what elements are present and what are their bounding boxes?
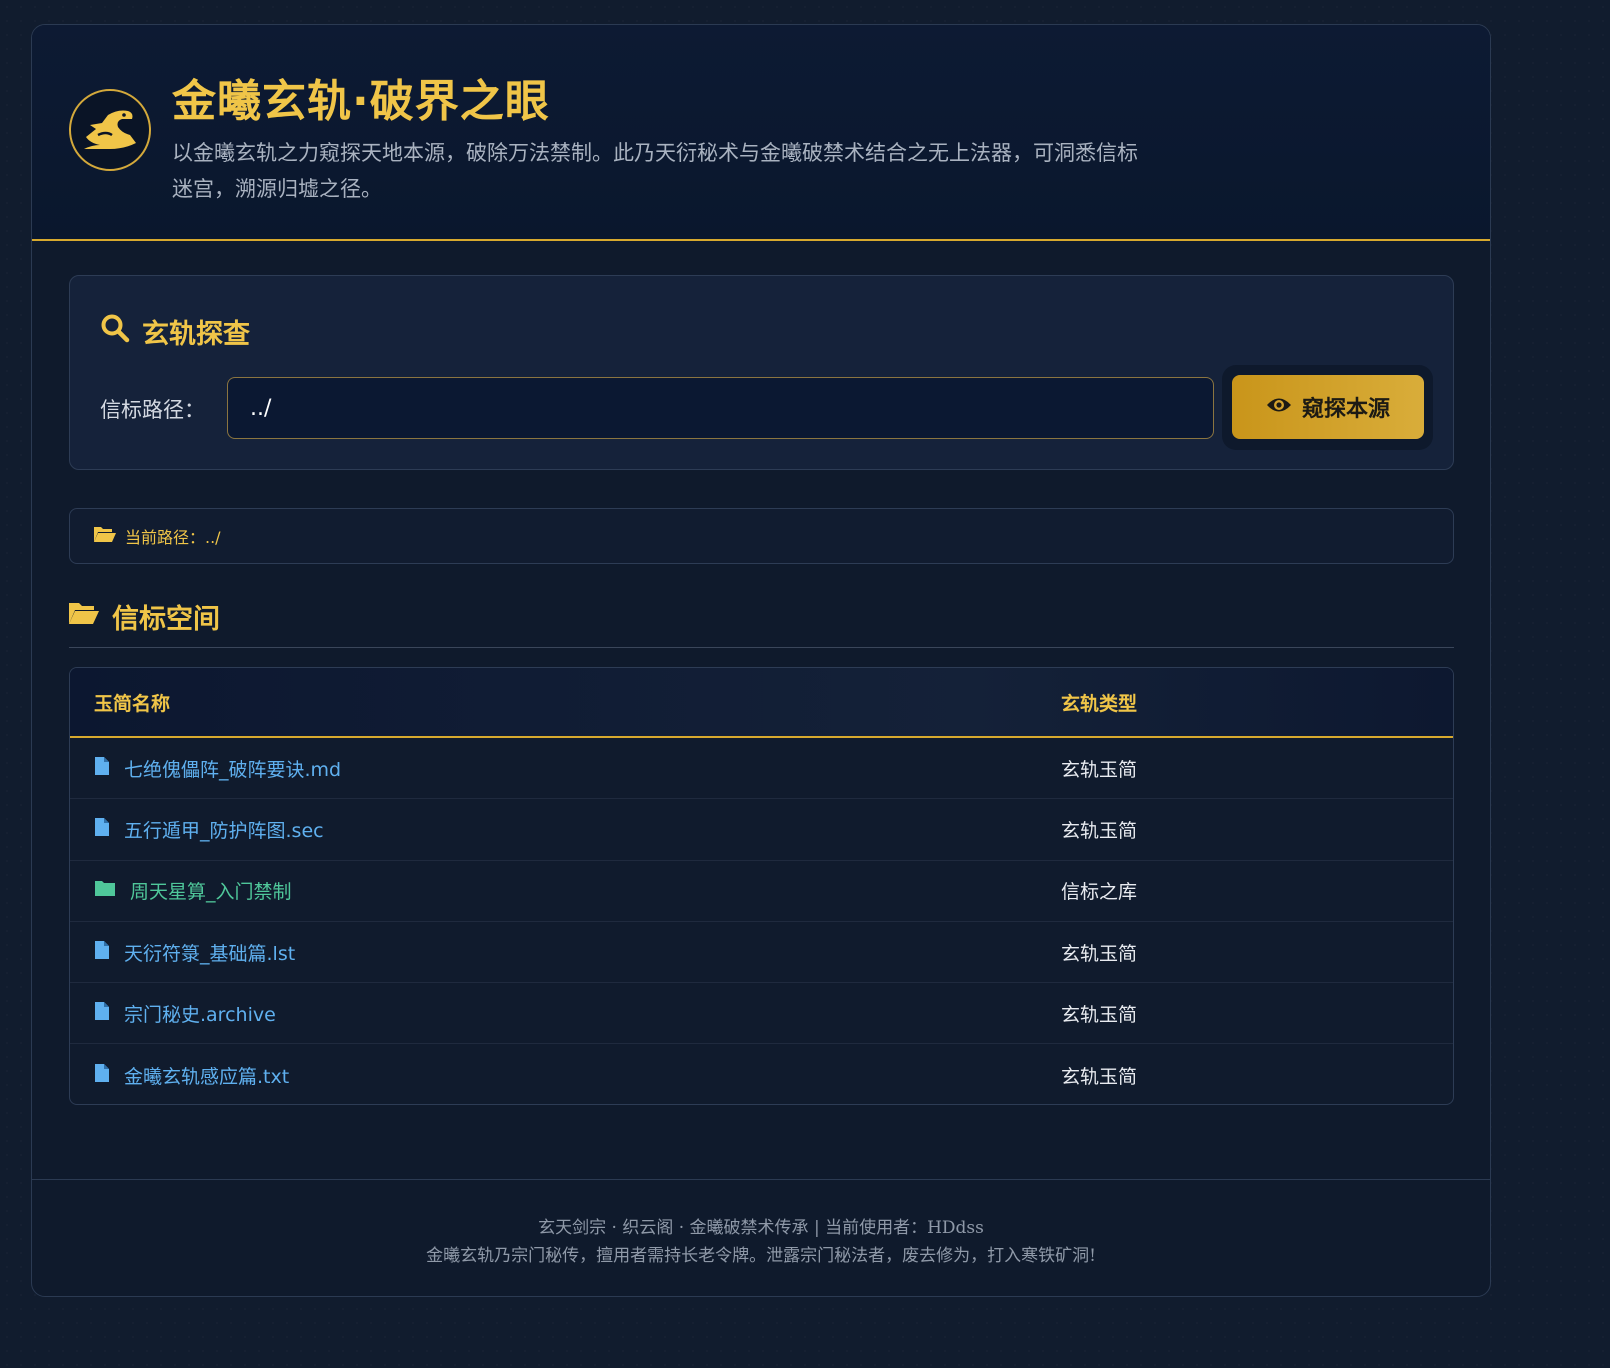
type-cell: 信标之库 — [1061, 881, 1138, 904]
name-cell: 金曦玄轨感应篇.txt — [70, 1044, 1038, 1104]
type-cell: 玄轨玉简 — [1061, 942, 1138, 965]
table-row[interactable]: 天衍符箓_基础篇.lst 玄轨玉简 — [70, 922, 1453, 984]
column-header-type[interactable]: 玄轨类型 — [1038, 668, 1453, 736]
table-row[interactable]: 周天星算_入门禁制 信标之库 — [70, 861, 1453, 922]
current-path-text: 当前路径：../ — [125, 528, 221, 547]
dragon-icon — [69, 89, 151, 171]
section-title: 信标空间 — [68, 597, 220, 636]
table-row[interactable]: 五行遁甲_防护阵图.sec 玄轨玉简 — [70, 799, 1453, 861]
footer-credits: 玄天剑宗 · 织云阁 · 金曦破禁术传承 | 当前使用者：HDdss — [538, 1218, 984, 1238]
folder-icon — [94, 879, 116, 902]
table-row[interactable]: 金曦玄轨感应篇.txt 玄轨玉简 — [70, 1044, 1453, 1104]
section-title-text: 信标空间 — [112, 604, 220, 635]
footer-warning: 金曦玄轨乃宗门秘传，擅用者需持长老令牌。泄露宗门秘法者，废去修为，打入寒铁矿洞! — [426, 1246, 1096, 1266]
folder-open-icon — [93, 525, 117, 547]
probe-button[interactable]: 窥探本源 — [1232, 375, 1424, 439]
probe-title-text: 玄轨探查 — [142, 319, 250, 350]
main-panel: 金曦玄轨·破界之眼 以金曦玄轨之力窥探天地本源，破除万法禁制。此乃天衍秘术与金曦… — [31, 24, 1491, 1297]
type-cell: 玄轨玉简 — [1061, 819, 1138, 842]
folder-open-icon — [68, 601, 100, 632]
page-title: 金曦玄轨·破界之眼 — [172, 76, 550, 127]
file-icon — [94, 1063, 110, 1088]
file-link[interactable]: 五行遁甲_防护阵图.sec — [124, 816, 324, 843]
header: 金曦玄轨·破界之眼 以金曦玄轨之力窥探天地本源，破除万法禁制。此乃天衍秘术与金曦… — [32, 25, 1490, 241]
table-row[interactable]: 七绝傀儡阵_破阵要诀.md 玄轨玉简 — [70, 738, 1453, 800]
probe-button-label: 窥探本源 — [1301, 397, 1390, 422]
file-link[interactable]: 宗门秘史.archive — [124, 1000, 276, 1027]
name-cell: 宗门秘史.archive — [70, 983, 1038, 1043]
eye-icon — [1266, 395, 1292, 420]
table-header: 玉简名称 玄轨类型 — [70, 668, 1453, 738]
search-icon — [100, 313, 130, 350]
type-cell: 玄轨玉简 — [1061, 1065, 1138, 1088]
name-cell: 天衍符箓_基础篇.lst — [70, 922, 1038, 982]
column-header-name[interactable]: 玉简名称 — [70, 668, 1038, 736]
file-link[interactable]: 天衍符箓_基础篇.lst — [124, 939, 295, 966]
name-cell: 五行遁甲_防护阵图.sec — [70, 799, 1038, 859]
type-cell: 玄轨玉简 — [1061, 1003, 1138, 1026]
current-path-bar: 当前路径：../ — [69, 508, 1454, 564]
table-row[interactable]: 宗门秘史.archive 玄轨玉简 — [70, 983, 1453, 1045]
file-table: 玉简名称 玄轨类型 七绝傀儡阵_破阵要诀.md 玄轨玉简 五行遁甲_防护阵图.s… — [69, 667, 1454, 1105]
page-subtitle: 以金曦玄轨之力窥探天地本源，破除万法禁制。此乃天衍秘术与金曦破禁术结合之无上法器… — [172, 141, 1138, 201]
name-cell: 周天星算_入门禁制 — [70, 861, 1038, 921]
probe-panel: 玄轨探查 信标路径： 窥探本源 — [69, 275, 1454, 470]
file-icon — [94, 1001, 110, 1026]
file-icon — [94, 940, 110, 965]
footer: 玄天剑宗 · 织云阁 · 金曦破禁术传承 | 当前使用者：HDdss 金曦玄轨乃… — [32, 1179, 1490, 1296]
probe-title: 玄轨探查 — [100, 312, 250, 351]
section-divider — [69, 647, 1454, 648]
file-icon — [94, 817, 110, 842]
probe-button-wrap: 窥探本源 — [1222, 365, 1433, 450]
file-link[interactable]: 七绝傀儡阵_破阵要诀.md — [124, 755, 341, 782]
file-icon — [94, 756, 110, 781]
path-label: 信标路径： — [100, 398, 205, 422]
type-cell: 玄轨玉简 — [1061, 758, 1138, 781]
name-cell: 七绝傀儡阵_破阵要诀.md — [70, 738, 1038, 798]
folder-link[interactable]: 周天星算_入门禁制 — [130, 877, 292, 904]
path-input[interactable] — [227, 377, 1214, 439]
file-link[interactable]: 金曦玄轨感应篇.txt — [124, 1062, 289, 1089]
